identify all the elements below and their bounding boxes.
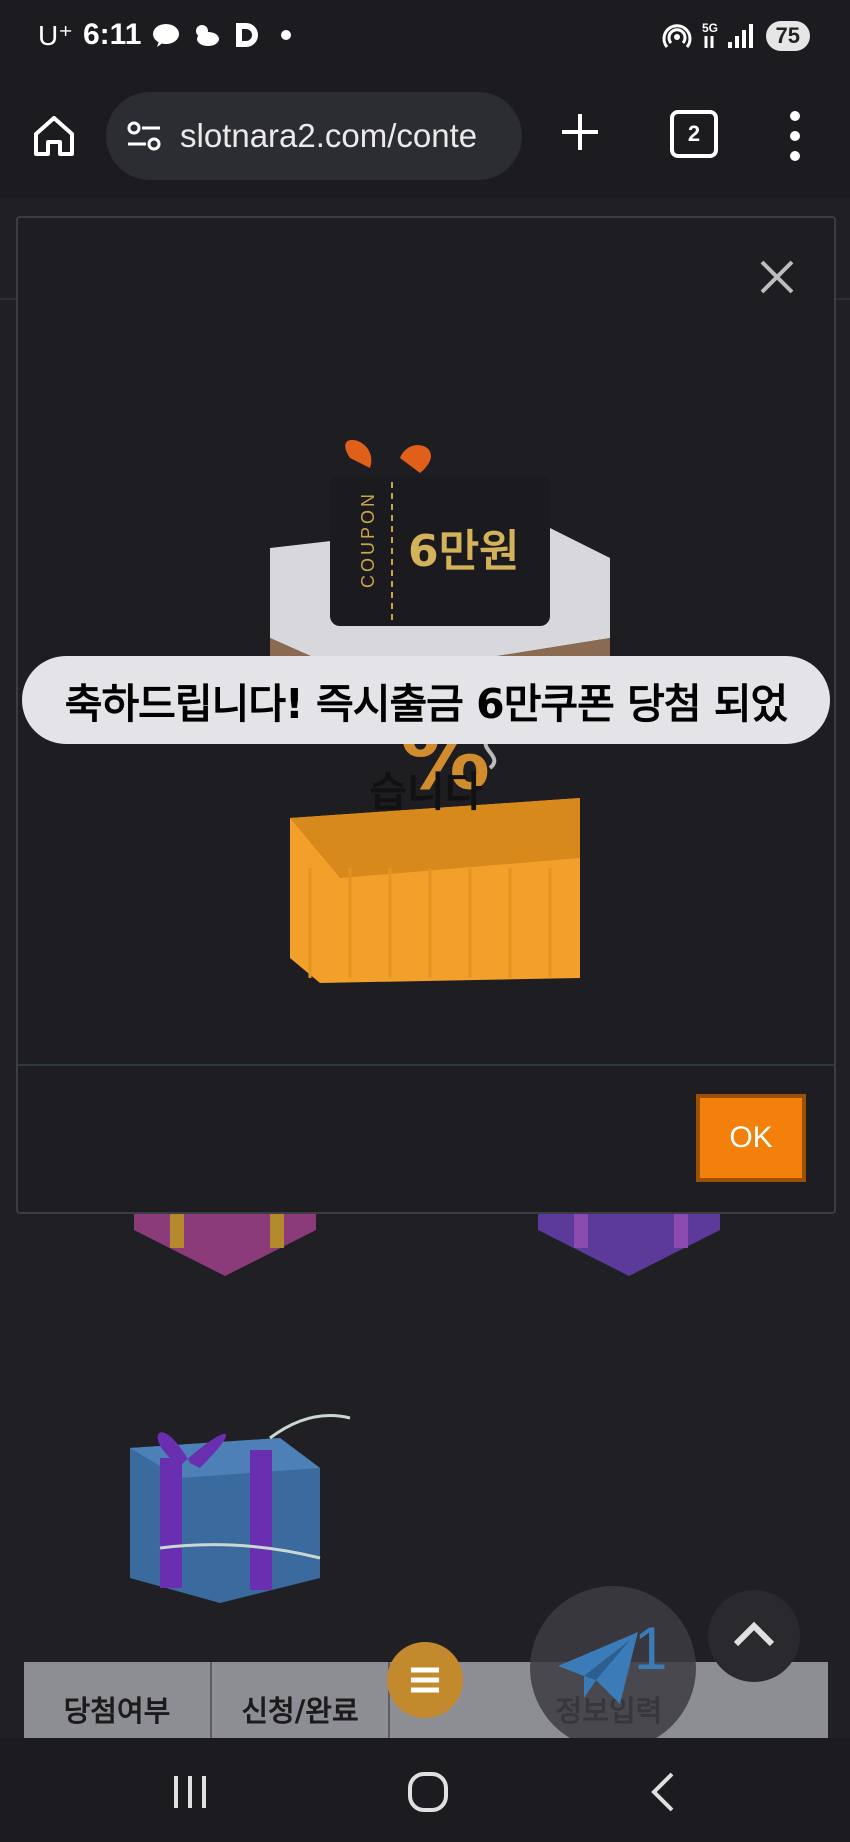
dialog-divider	[18, 1064, 834, 1066]
tab-win-status[interactable]: 당첨여부	[24, 1662, 212, 1738]
clock: 6:11	[83, 18, 142, 51]
home-nav-icon[interactable]	[404, 1768, 452, 1816]
back-icon[interactable]	[640, 1768, 688, 1816]
status-left: U⁺ 6:11	[38, 18, 301, 52]
system-navigation-bar	[0, 1738, 850, 1842]
status-right: 5G 75	[662, 20, 810, 52]
plus-icon[interactable]	[556, 108, 604, 156]
close-icon[interactable]	[756, 256, 798, 298]
talk-icon	[153, 24, 180, 47]
status-bar: U⁺ 6:11 5G 75	[0, 0, 850, 80]
hotspot-icon	[662, 24, 692, 48]
congrats-message-line1: 축하드립니다! 즉시출금 6만쿠폰 당첨 되었	[22, 656, 830, 744]
menu-fab[interactable]	[387, 1642, 463, 1718]
site-settings-icon[interactable]	[124, 116, 164, 156]
coupon-label: COUPON	[358, 491, 378, 588]
gift-box-icon[interactable]	[120, 1408, 360, 1608]
gift-box-icon[interactable]	[130, 1208, 320, 1278]
5g-signal-icon: 5G	[702, 21, 753, 48]
battery-indicator: 75	[765, 21, 810, 51]
scroll-top-button[interactable]	[708, 1590, 800, 1682]
telegram-button[interactable]: 1	[530, 1586, 696, 1750]
carrier-label: U⁺	[38, 19, 73, 51]
coupon-dialog: COUPON 6만원 % 축하드립니다! 즉시출금 6만쿠폰 당첨 되었 습니다…	[16, 216, 836, 1214]
congrats-message-line2: 습니다	[369, 768, 483, 816]
recent-apps-icon[interactable]	[166, 1768, 214, 1816]
telegram-badge-count: 1	[634, 1615, 668, 1682]
home-icon[interactable]	[30, 112, 78, 160]
overflow-menu-icon[interactable]	[780, 108, 810, 164]
ok-button[interactable]: OK	[696, 1094, 806, 1182]
coupon-amount: 6만원	[408, 526, 520, 577]
browser-toolbar: slotnara2.com/conte 2	[0, 80, 850, 198]
dot-icon	[281, 30, 292, 40]
url-text: slotnara2.com/conte	[180, 117, 478, 154]
tabs-button[interactable]: 2	[670, 110, 718, 158]
d-app-icon	[236, 23, 259, 47]
weather-icon	[196, 25, 220, 46]
congrats-message: 축하드립니다! 즉시출금 6만쿠폰 당첨 되었 습니다	[18, 656, 834, 818]
hamburger-icon	[411, 1667, 439, 1693]
address-bar[interactable]: slotnara2.com/conte	[106, 92, 522, 180]
svg-text:5G: 5G	[702, 21, 718, 35]
gift-box-icon[interactable]	[534, 1208, 724, 1278]
tab-apply-complete[interactable]: 신청/완료	[212, 1662, 390, 1738]
chevron-up-icon	[733, 1621, 775, 1647]
